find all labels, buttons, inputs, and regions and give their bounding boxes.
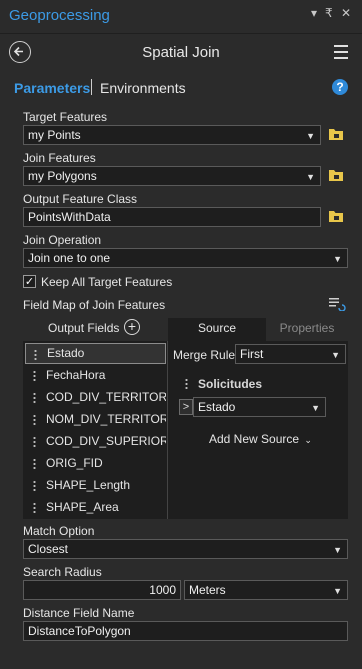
output-field-name: Estado <box>47 346 85 360</box>
search-radius-unit-value: Meters <box>189 583 226 597</box>
keep-all-label: Keep All Target Features <box>41 275 173 289</box>
chevron-down-icon: ▼ <box>331 350 340 360</box>
merge-rule-value: First <box>240 347 264 361</box>
match-option-value: Closest <box>28 542 69 556</box>
drag-handle-icon[interactable] <box>33 392 36 403</box>
tool-title: Spatial Join <box>142 44 220 61</box>
pin-icon[interactable]: ₹ <box>325 6 333 20</box>
join-features-label: Join Features <box>23 151 96 165</box>
join-operation-label: Join Operation <box>23 233 102 247</box>
search-radius-input[interactable]: 1000 <box>23 580 181 600</box>
keep-all-checkbox[interactable]: ✓ <box>23 275 36 288</box>
tab-parameters[interactable]: Parameters <box>14 80 90 96</box>
drag-handle-icon[interactable] <box>33 502 36 513</box>
drag-handle-icon[interactable] <box>33 436 36 447</box>
tab-environments[interactable]: Environments <box>100 80 186 96</box>
target-features-value: my Points <box>28 128 81 142</box>
output-feature-class-input[interactable]: PointsWithData <box>23 207 321 227</box>
output-field-row[interactable]: SHAPE_Area <box>25 497 166 518</box>
output-field-row[interactable]: COD_DIV_SUPERIOR <box>25 431 166 452</box>
output-feature-class-value: PointsWithData <box>28 210 111 224</box>
output-field-row[interactable]: FechaHora <box>25 365 166 386</box>
browse-folder-icon[interactable] <box>328 168 344 182</box>
target-features-label: Target Features <box>23 110 108 124</box>
drag-handle-icon[interactable] <box>33 458 36 469</box>
chevron-down-icon: ▼ <box>333 254 342 264</box>
distance-field-input[interactable]: DistanceToPolygon <box>23 621 348 641</box>
drag-handle-icon[interactable] <box>33 414 36 425</box>
add-new-source-button[interactable]: Add New Source ⌄ <box>209 432 312 446</box>
search-radius-value: 1000 <box>149 583 176 597</box>
output-field-name: FechaHora <box>46 368 106 382</box>
target-features-dropdown[interactable]: my Points ▼ <box>23 125 321 145</box>
close-icon[interactable]: ✕ <box>341 6 351 20</box>
distance-field-label: Distance Field Name <box>23 606 135 620</box>
output-field-name: SHAPE_Length <box>46 478 131 492</box>
drag-handle-icon[interactable] <box>34 349 37 360</box>
add-new-source-label: Add New Source <box>209 432 300 446</box>
join-operation-value: Join one to one <box>28 251 111 265</box>
merge-rule-dropdown[interactable]: First ▼ <box>235 344 346 364</box>
output-field-row[interactable]: COD_DIV_TERRITORIAL <box>25 387 166 408</box>
output-field-name: COD_DIV_TERRITORIAL <box>46 390 166 404</box>
tab-properties[interactable]: Properties <box>266 318 348 341</box>
tab-divider <box>91 79 92 95</box>
output-field-row[interactable]: NOM_DIV_TERRITORIAL <box>25 409 166 430</box>
output-field-name: NOM_DIV_TERRITORIAL <box>46 412 166 426</box>
pane-title: Geoprocessing <box>9 7 110 24</box>
menu-icon[interactable] <box>334 45 348 63</box>
match-option-label: Match Option <box>23 524 95 538</box>
output-field-row[interactable]: Estado <box>25 343 166 364</box>
browse-folder-icon[interactable] <box>328 127 344 141</box>
source-name: Solicitudes <box>198 377 263 391</box>
tab-source[interactable]: Source <box>168 318 266 341</box>
source-field-dropdown[interactable]: Estado ▼ <box>193 397 326 417</box>
pane-title-bar: Geoprocessing ▾ ₹ ✕ <box>0 0 362 34</box>
join-features-dropdown[interactable]: my Polygons ▼ <box>23 166 321 186</box>
help-icon[interactable]: ? <box>332 79 348 95</box>
pane-options-icon[interactable]: ▾ <box>311 6 317 20</box>
chevron-down-icon: ▼ <box>306 131 315 141</box>
add-field-button[interactable]: + <box>124 319 140 335</box>
chevron-down-icon: ▼ <box>306 172 315 182</box>
output-feature-class-label: Output Feature Class <box>23 192 138 206</box>
chevron-down-icon: ▼ <box>311 403 320 413</box>
drag-handle-icon[interactable] <box>33 370 36 381</box>
match-option-dropdown[interactable]: Closest ▼ <box>23 539 348 559</box>
search-radius-label: Search Radius <box>23 565 102 579</box>
join-features-value: my Polygons <box>28 169 97 183</box>
field-map-options-icon[interactable] <box>328 297 346 311</box>
output-fields-label: Output Fields <box>48 321 120 335</box>
distance-field-value: DistanceToPolygon <box>28 624 131 638</box>
browse-folder-icon[interactable] <box>328 209 344 223</box>
search-radius-unit-dropdown[interactable]: Meters ▼ <box>184 580 348 600</box>
output-field-row[interactable]: SHAPE_Length <box>25 475 166 496</box>
drag-handle-icon[interactable] <box>33 480 36 491</box>
expand-source-button[interactable]: > <box>179 399 193 415</box>
source-field-value: Estado <box>198 400 236 414</box>
output-field-name: COD_DIV_SUPERIOR <box>46 434 166 448</box>
drag-handle-icon[interactable] <box>185 378 188 389</box>
output-field-name: ORIG_FID <box>46 456 103 470</box>
chevron-down-icon: ⌄ <box>304 435 312 445</box>
chevron-down-icon: ▼ <box>333 586 342 596</box>
output-field-row[interactable]: ORIG_FID <box>25 453 166 474</box>
merge-rule-label: Merge Rule <box>173 348 236 362</box>
join-operation-dropdown[interactable]: Join one to one ▼ <box>23 248 348 268</box>
chevron-down-icon: ▼ <box>333 545 342 555</box>
output-field-name: SHAPE_Area <box>46 500 119 514</box>
field-map-label: Field Map of Join Features <box>23 298 166 312</box>
source-panel <box>168 341 348 519</box>
